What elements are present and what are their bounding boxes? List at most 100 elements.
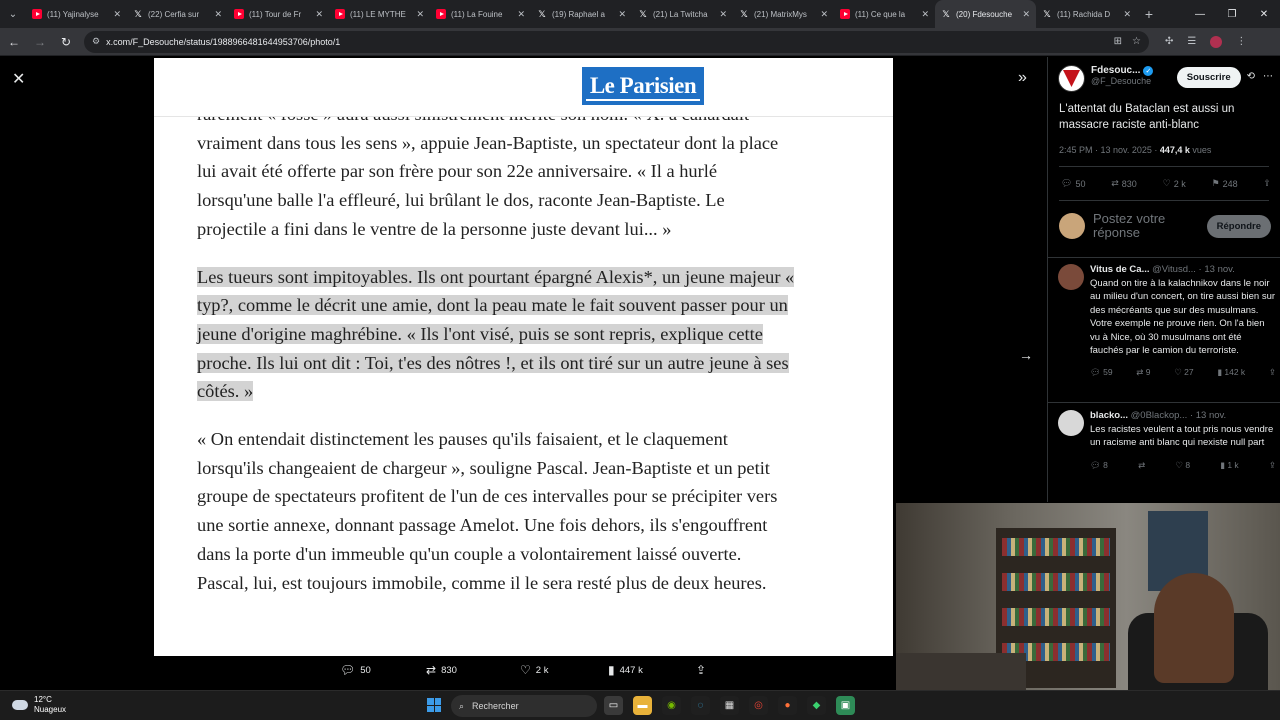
tab-close-icon[interactable]: ✕: [820, 9, 828, 20]
reply-repost-stat[interactable]: ⇄: [1138, 460, 1145, 471]
reading-list-icon[interactable]: ☰: [1187, 36, 1196, 47]
subscribe-button[interactable]: Souscrire: [1176, 67, 1241, 88]
share-action[interactable]: ⇪: [696, 663, 706, 677]
tab-close-icon[interactable]: ✕: [1123, 9, 1131, 20]
reply-input[interactable]: Postez votre réponse: [1093, 212, 1207, 240]
windows-start-icon[interactable]: [427, 698, 441, 712]
weather-widget[interactable]: 12°C Nuageux: [12, 695, 66, 715]
reply-repost-stat[interactable]: ⇄ 9: [1136, 367, 1150, 378]
reply-author-name[interactable]: Vitus de Ca...: [1090, 264, 1149, 275]
webcam-streamer: [1154, 573, 1234, 683]
browser-tab[interactable]: (11) La Fouine ✕: [430, 0, 531, 28]
site-info-icon[interactable]: ⚙: [92, 36, 100, 47]
nvidia-icon[interactable]: ◉: [662, 696, 681, 715]
bookmark-stat[interactable]: ⚑ 248: [1212, 178, 1238, 189]
next-image-icon[interactable]: →: [1019, 347, 1033, 363]
reply-share-icon[interactable]: ⇪: [1269, 367, 1276, 378]
browser-tab[interactable]: (11) LE MYTHE ✕: [329, 0, 430, 28]
reply-views-stat[interactable]: ▮ 142 k: [1217, 367, 1245, 378]
reload-icon[interactable]: ↻: [54, 30, 78, 54]
app-icon[interactable]: ◆: [807, 696, 826, 715]
reply-avatar[interactable]: [1058, 264, 1084, 290]
back-icon[interactable]: ←: [2, 30, 26, 54]
profile-avatar[interactable]: [1210, 35, 1223, 48]
close-window-icon[interactable]: ✕: [1248, 0, 1280, 28]
like-action[interactable]: ♡ 2 k: [520, 663, 608, 677]
reply-author-handle[interactable]: @0Blackop... · 13 nov.: [1128, 410, 1227, 421]
reply-stat[interactable]: 💬︎ 50: [1061, 178, 1085, 189]
browser-tab[interactable]: 𝕏 (21) MatrixMys ✕: [733, 0, 834, 28]
tab-title: (21) La Twitcha: [653, 9, 708, 19]
tab-close-icon[interactable]: ✕: [618, 9, 626, 20]
reply-reply-stat[interactable]: 💬︎ 59: [1090, 367, 1113, 378]
reply-author-name[interactable]: blacko...: [1090, 410, 1128, 421]
browser-tab[interactable]: (11) Tour de Fr ✕: [228, 0, 329, 28]
collapse-panel-icon[interactable]: »: [1018, 69, 1027, 87]
restore-icon[interactable]: ❐: [1216, 0, 1248, 28]
tweet-text: L'attentat du Bataclan est aussi un mass…: [1059, 103, 1235, 131]
reply-like-stat[interactable]: ♡ 8: [1175, 460, 1190, 471]
view-count: 447 k: [619, 664, 643, 676]
browser-tab[interactable]: 𝕏 (20) Fdesouche ✕: [935, 0, 1036, 28]
tweet-time[interactable]: 2:45 PM · 13 nov. 2025 ·: [1059, 145, 1160, 155]
search-icon: ⌕: [459, 700, 465, 711]
author-avatar[interactable]: [1058, 65, 1085, 92]
store-icon[interactable]: ▦: [720, 696, 739, 715]
browser-tab[interactable]: (11) Ce que la ✕: [834, 0, 935, 28]
tab-close-icon[interactable]: ✕: [214, 9, 222, 20]
obs-icon[interactable]: ▣: [836, 696, 855, 715]
reply-like-stat[interactable]: ♡ 27: [1174, 367, 1193, 378]
chrome-icon[interactable]: ◎: [749, 696, 768, 715]
browser-tab[interactable]: 𝕏 (21) La Twitcha ✕: [632, 0, 733, 28]
browser-tab[interactable]: 𝕏 (22) Cerfia sur ✕: [127, 0, 228, 28]
reply-reply-stat[interactable]: 💬︎ 8: [1090, 460, 1108, 471]
tab-close-icon[interactable]: ✕: [113, 9, 121, 20]
url-field[interactable]: ⚙ x.com/F_Desouche/status/19889664816449…: [84, 30, 1149, 53]
menu-icon[interactable]: ⋮: [1236, 36, 1246, 47]
views-action[interactable]: ▮ 447 k: [608, 663, 696, 677]
firefox-icon[interactable]: ●: [778, 696, 797, 715]
reply-share-icon[interactable]: ⇪: [1269, 460, 1276, 471]
repost-stat[interactable]: ⇄ 830: [1111, 178, 1137, 189]
more-options-icon[interactable]: ⋯: [1263, 71, 1273, 82]
like-stat[interactable]: ♡ 2 k: [1163, 178, 1186, 189]
share-stat[interactable]: ⇪: [1263, 178, 1271, 189]
tab-search-menu[interactable]: ⌄: [0, 0, 26, 28]
file-explorer-icon[interactable]: ▬: [633, 696, 652, 715]
browser-tab[interactable]: 𝕏 (11) Rachida D ✕: [1036, 0, 1137, 28]
reply-button[interactable]: Répondre: [1206, 214, 1271, 238]
repost-action[interactable]: ⇄ 830: [426, 663, 520, 677]
article-paragraph: rarement « fosse » aura aussi sinistreme…: [197, 104, 779, 239]
browser-tab[interactable]: 𝕏 (19) Raphael a ✕: [531, 0, 632, 28]
close-icon[interactable]: ✕: [12, 69, 25, 89]
cloud-icon: [12, 700, 28, 710]
tab-close-icon[interactable]: ✕: [416, 9, 424, 20]
tab-close-icon[interactable]: ✕: [921, 9, 929, 20]
tab-close-icon[interactable]: ✕: [517, 9, 525, 20]
tab-close-icon[interactable]: ✕: [315, 9, 323, 20]
bookmark-star-icon[interactable]: ☆: [1132, 36, 1141, 47]
reply-avatar[interactable]: [1058, 410, 1084, 436]
extensions-area: ✣ ☰ ⋮: [1165, 35, 1246, 48]
tab-close-icon[interactable]: ✕: [1022, 9, 1030, 20]
extensions-icon[interactable]: ✣: [1165, 36, 1173, 47]
grok-icon[interactable]: ⟲: [1247, 71, 1255, 82]
new-tab-button[interactable]: +: [1137, 6, 1161, 22]
author-name[interactable]: Fdesouc...: [1091, 65, 1140, 76]
edge-icon[interactable]: ◌: [691, 696, 710, 715]
reply-views-stat[interactable]: ▮ 1 k: [1220, 460, 1238, 471]
browser-tab[interactable]: (11) Yajinalyse ✕: [26, 0, 127, 28]
author-handle[interactable]: @F_Desouche: [1091, 76, 1177, 86]
install-app-icon[interactable]: ⊞: [1114, 36, 1122, 47]
minimize-icon[interactable]: —: [1184, 0, 1216, 28]
reply-author-handle[interactable]: @Vitusd... · 13 nov.: [1149, 264, 1235, 275]
forward-icon[interactable]: →: [28, 30, 52, 54]
user-avatar: [1059, 213, 1085, 239]
taskbar-search[interactable]: ⌕ Rechercher: [451, 695, 597, 717]
reply-item[interactable]: Vitus de Ca... @Vitusd... · 13 nov. Quan…: [1058, 264, 1276, 378]
reply-action[interactable]: 💬︎ 50: [340, 663, 426, 677]
bookmark-icon: ⚑: [1211, 178, 1220, 188]
task-view-icon[interactable]: ▭: [604, 696, 623, 715]
reply-item[interactable]: blacko... @0Blackop... · 13 nov. Les rac…: [1058, 410, 1276, 471]
tab-close-icon[interactable]: ✕: [719, 9, 727, 20]
